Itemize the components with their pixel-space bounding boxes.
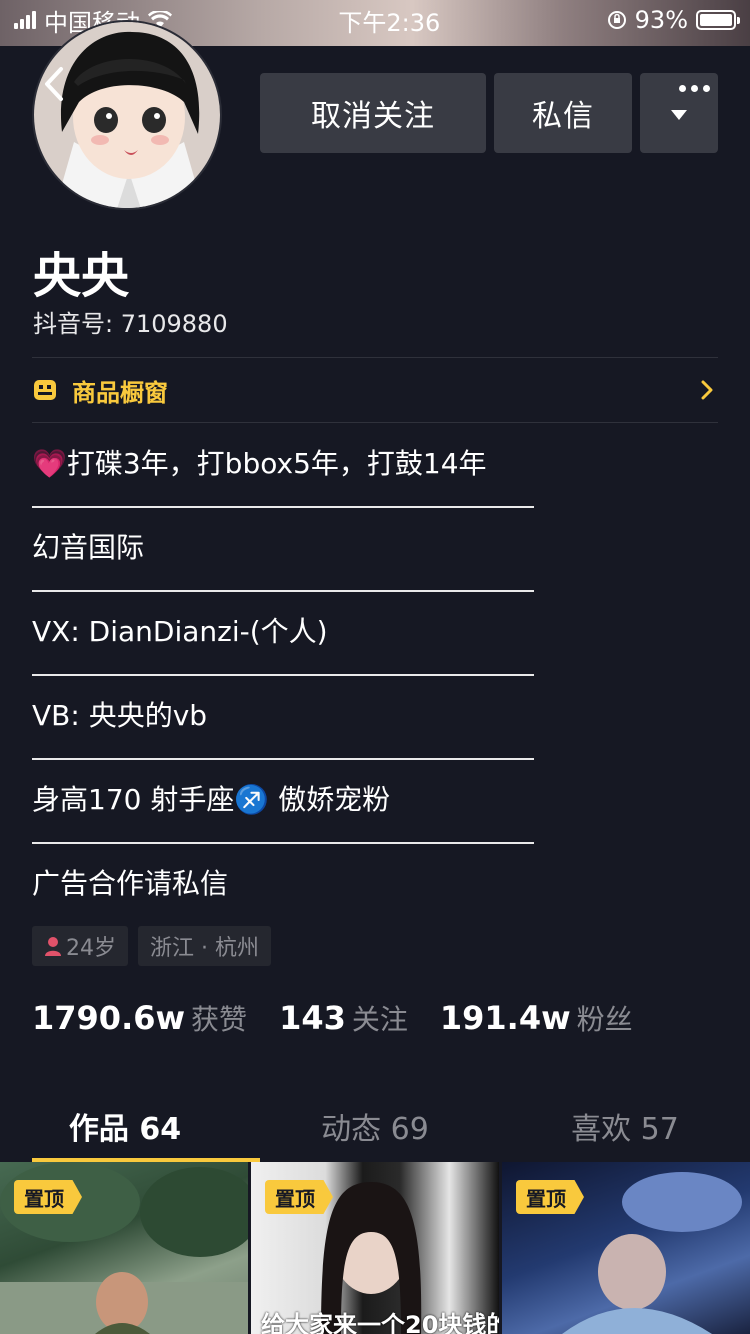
bio-text: 广告合作请私信 [32, 867, 229, 900]
message-button[interactable]: 私信 [494, 73, 632, 153]
signal-icon [14, 11, 36, 29]
douyin-id: 抖音号: 7109880 [33, 310, 228, 338]
video-thumbnail[interactable]: 置顶 [0, 1162, 248, 1334]
more-dots-icon [679, 85, 710, 92]
followers-count[interactable]: 191.4w [440, 999, 571, 1037]
video-caption: 给大家来一个20块钱的 [261, 1311, 499, 1334]
nickname: 央央 [33, 248, 130, 304]
shop-window-row[interactable]: 商品橱窗 [32, 358, 718, 422]
orientation-lock-icon [607, 11, 626, 29]
content-tabs: 作品 64 动态 69 喜欢 57 [0, 1090, 750, 1162]
followers-label[interactable]: 粉丝 [577, 998, 633, 1038]
bio-text: 💗打碟3年，打bbox5年，打鼓14年 [32, 447, 487, 480]
avatar-image [34, 22, 220, 208]
female-user-icon [45, 937, 61, 956]
tab-works[interactable]: 作品 64 [0, 1090, 260, 1162]
video-thumbnail[interactable]: 置顶 给大家来一个20块钱的 [251, 1162, 499, 1334]
chevron-left-icon [45, 67, 63, 101]
bio-text: VB: 央央的vb [32, 699, 208, 732]
bio-rule [32, 758, 534, 760]
bio: 💗打碟3年，打bbox5年，打鼓14年 幻音国际 VX: DianDianzi-… [32, 440, 552, 944]
back-button[interactable] [34, 62, 74, 106]
bio-rule [32, 506, 534, 508]
pinned-badge: 置顶 [14, 1180, 82, 1214]
bio-text: VX: DianDianzi-(个人) [32, 615, 328, 648]
bio-text: 身高170 射手座♐️ 傲娇宠粉 [32, 783, 391, 816]
bio-text: 幻音国际 [32, 531, 145, 564]
bio-rule [32, 590, 534, 592]
age-label: 24岁 [66, 936, 116, 961]
more-button[interactable] [640, 73, 718, 153]
tab-posts[interactable]: 动态 69 [250, 1090, 500, 1162]
location-label: 浙江 · 杭州 [150, 936, 259, 961]
unfollow-button[interactable]: 取消关注 [260, 73, 486, 153]
likes-count: 1790.6w [32, 999, 186, 1037]
bio-line: VB: 央央的vb [32, 692, 552, 776]
age-tag: 24岁 [32, 926, 128, 966]
battery-icon [696, 10, 740, 30]
bio-line: 幻音国际 [32, 524, 552, 608]
tab-likes[interactable]: 喜欢 57 [500, 1090, 750, 1162]
bio-line: 💗打碟3年，打bbox5年，打鼓14年 [32, 440, 552, 524]
shop-window-icon [34, 380, 56, 400]
pinned-badge: 置顶 [265, 1180, 333, 1214]
chevron-right-icon [701, 380, 713, 400]
bio-rule [32, 674, 534, 676]
status-right: 93% [607, 6, 740, 34]
shop-window-label: 商品橱窗 [72, 378, 168, 407]
avatar[interactable] [32, 20, 222, 210]
bio-line: VX: DianDianzi-(个人) [32, 608, 552, 692]
battery-percent: 93% [634, 6, 688, 34]
following-label[interactable]: 关注 [352, 998, 408, 1038]
status-time: 下午2:36 [338, 8, 441, 37]
bio-rule [32, 842, 534, 844]
location-tag: 浙江 · 杭州 [138, 926, 271, 966]
pinned-badge: 置顶 [516, 1180, 584, 1214]
likes-label: 获赞 [191, 1003, 248, 1036]
following-count[interactable]: 143 [279, 999, 346, 1037]
profile-stats: 1790.6w 获赞 143 关注 191.4w 粉丝 [32, 998, 665, 1038]
video-thumbnail[interactable]: 置顶 [502, 1162, 750, 1334]
video-grid: 置顶 置顶 给大家来一个20块钱的 置顶 [0, 1162, 750, 1334]
triangle-down-icon [671, 110, 687, 120]
bio-line: 身高170 射手座♐️ 傲娇宠粉 [32, 776, 552, 860]
profile-tags: 24岁 浙江 · 杭州 [32, 926, 271, 966]
divider [32, 422, 718, 423]
